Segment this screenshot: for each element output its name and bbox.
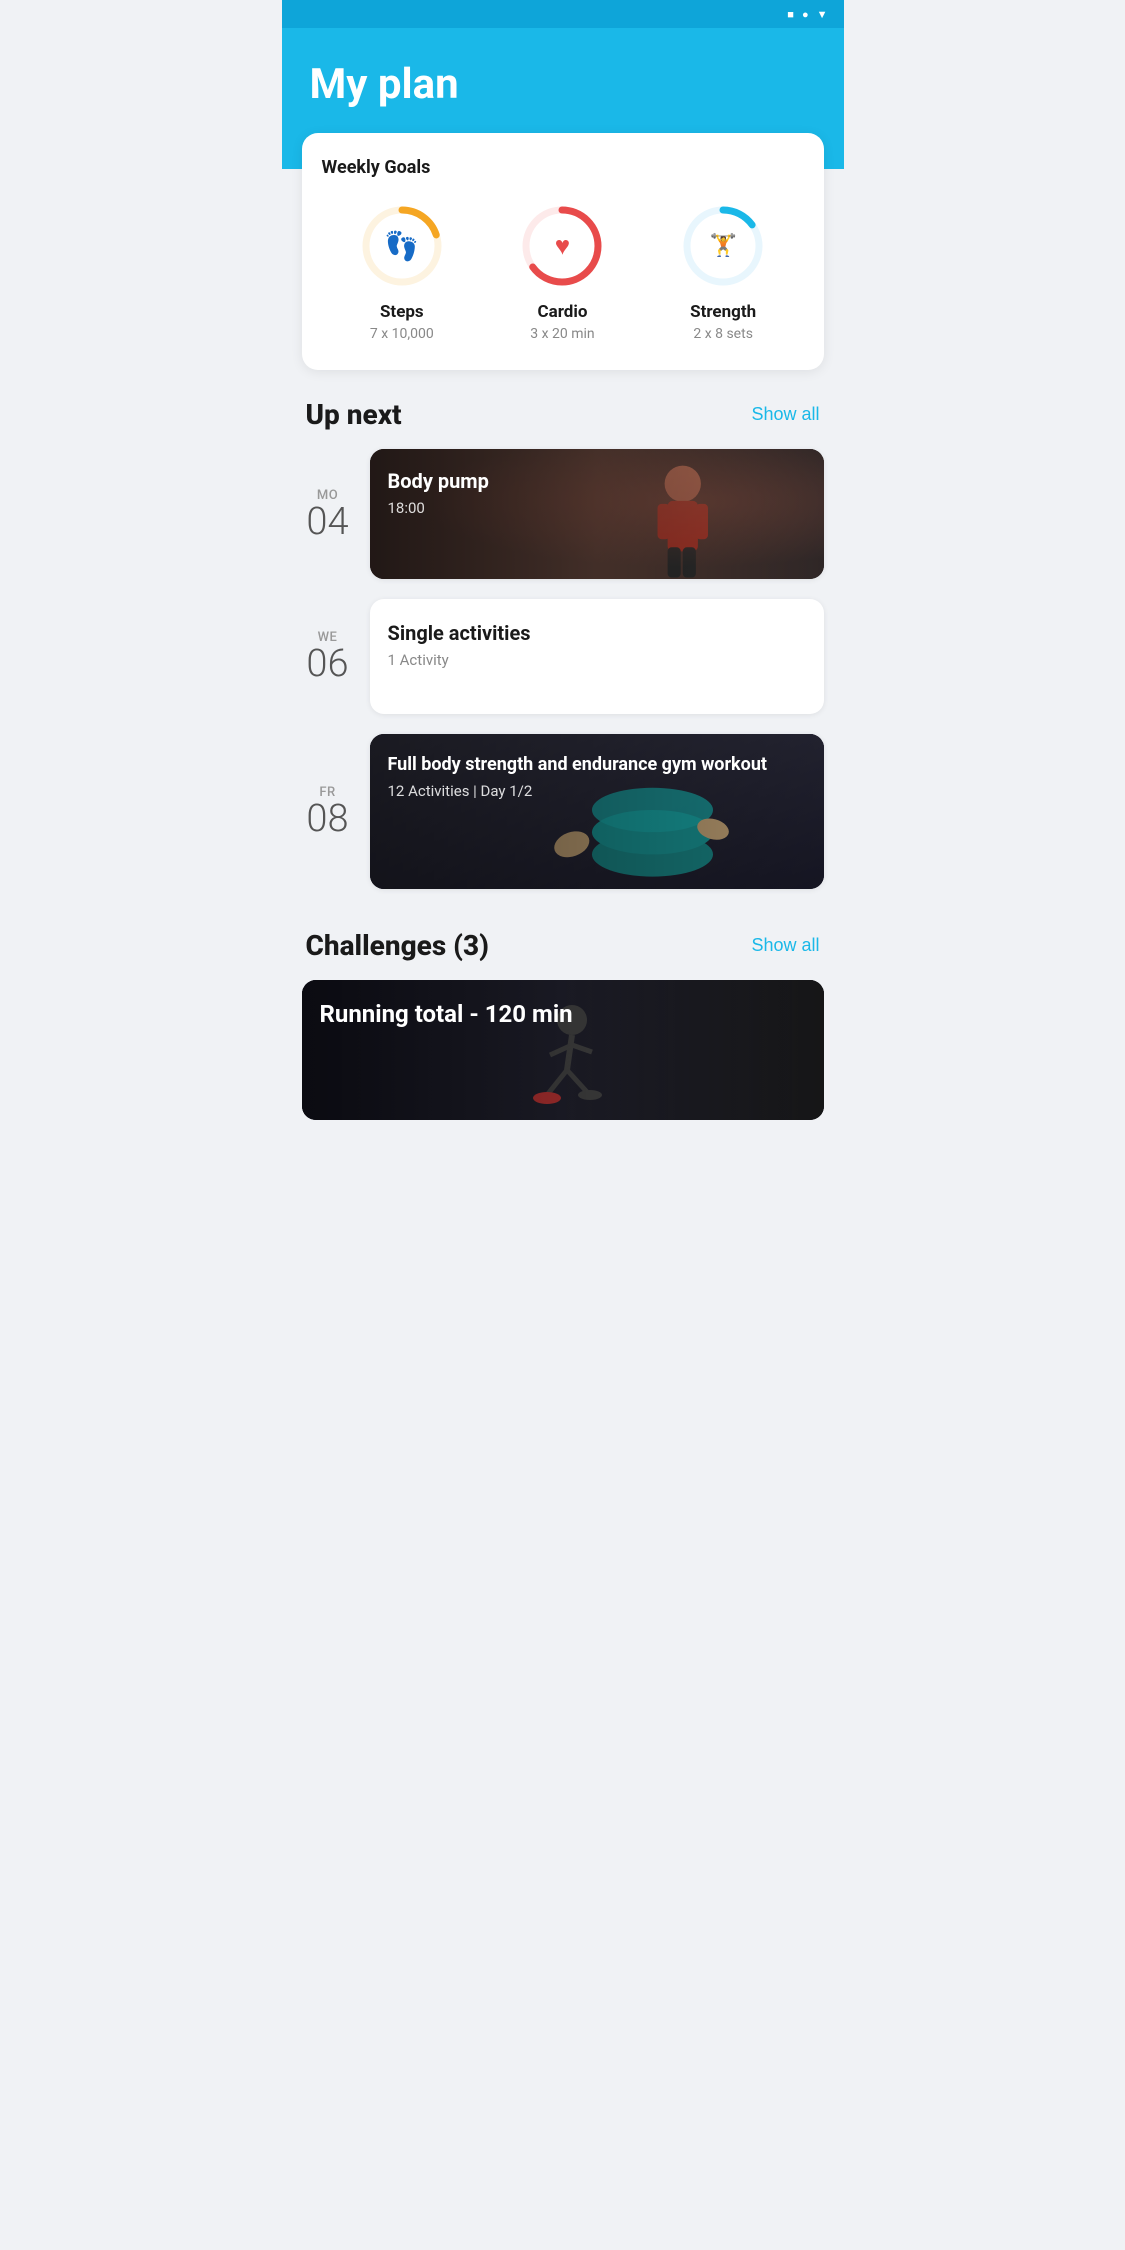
steps-icon: 👣 bbox=[384, 230, 419, 263]
activity-row-mo04: MO 04 bbox=[302, 449, 824, 579]
activity-card-body-pump[interactable]: Body pump 18:00 bbox=[370, 449, 824, 579]
circle-icon: ● bbox=[802, 8, 809, 21]
goal-strength[interactable]: 🏋 Strength 2 x 8 sets bbox=[679, 202, 767, 342]
day-num-04: 04 bbox=[306, 503, 348, 541]
body-pump-time: 18:00 bbox=[388, 499, 806, 517]
goal-steps[interactable]: 👣 Steps 7 x 10,000 bbox=[358, 202, 446, 342]
running-challenge-card[interactable]: Running total - 120 min bbox=[302, 980, 824, 1120]
steps-circle: 👣 bbox=[358, 202, 446, 290]
up-next-title: Up next bbox=[306, 398, 402, 431]
day-num-08: 08 bbox=[306, 800, 348, 838]
cardio-label: Cardio bbox=[538, 302, 588, 322]
single-activities-sub: 1 Activity bbox=[388, 651, 806, 669]
challenges-section: Challenges (3) Show all bbox=[282, 917, 844, 1120]
steps-label: Steps bbox=[380, 302, 424, 322]
fullbody-title: Full body strength and endurance gym wor… bbox=[388, 754, 806, 776]
weekly-goals-card: Weekly Goals 👣 Steps 7 x 10,000 ♥ bbox=[302, 133, 824, 370]
activity-list: MO 04 bbox=[302, 449, 824, 909]
up-next-section: Up next Show all MO 04 bbox=[282, 398, 844, 909]
goals-row: 👣 Steps 7 x 10,000 ♥ Cardio 3 x 20 min bbox=[322, 202, 804, 342]
challenges-show-all[interactable]: Show all bbox=[751, 935, 819, 956]
activity-row-we06: WE 06 Single activities 1 Activity bbox=[302, 599, 824, 714]
body-pump-content: Body pump 18:00 bbox=[370, 449, 824, 537]
fullbody-content: Full body strength and endurance gym wor… bbox=[370, 734, 824, 820]
single-activities-title: Single activities bbox=[388, 621, 806, 645]
date-we06: WE 06 bbox=[302, 630, 354, 683]
running-challenge-content: Running total - 120 min bbox=[302, 980, 824, 1049]
running-challenge-title: Running total - 120 min bbox=[320, 1000, 806, 1029]
steps-detail: 7 x 10,000 bbox=[370, 326, 434, 342]
challenges-header: Challenges (3) Show all bbox=[302, 929, 824, 962]
date-mo04: MO 04 bbox=[302, 488, 354, 541]
weekly-goals-title: Weekly Goals bbox=[322, 157, 804, 178]
goal-cardio[interactable]: ♥ Cardio 3 x 20 min bbox=[518, 202, 606, 342]
cardio-icon: ♥ bbox=[555, 231, 570, 262]
page-title: My plan bbox=[310, 60, 816, 109]
square-icon: ■ bbox=[787, 8, 794, 21]
body-pump-title: Body pump bbox=[388, 469, 806, 493]
strength-label: Strength bbox=[690, 302, 756, 322]
single-activities-content: Single activities 1 Activity bbox=[370, 599, 824, 691]
up-next-header: Up next Show all bbox=[302, 398, 824, 431]
activity-card-fullbody[interactable]: Full body strength and endurance gym wor… bbox=[370, 734, 824, 889]
up-next-show-all[interactable]: Show all bbox=[751, 404, 819, 425]
strength-icon: 🏋 bbox=[709, 234, 736, 259]
activity-row-fr08: FR 08 bbox=[302, 734, 824, 889]
fullbody-sub: 12 Activities | Day 1/2 bbox=[388, 782, 806, 800]
date-fr08: FR 08 bbox=[302, 785, 354, 838]
strength-circle: 🏋 bbox=[679, 202, 767, 290]
status-bar: ■ ● ▼ bbox=[282, 0, 844, 28]
cardio-detail: 3 x 20 min bbox=[530, 326, 594, 342]
day-num-06: 06 bbox=[306, 645, 348, 683]
activity-card-single[interactable]: Single activities 1 Activity bbox=[370, 599, 824, 714]
triangle-icon: ▼ bbox=[817, 8, 828, 21]
strength-detail: 2 x 8 sets bbox=[693, 326, 753, 342]
challenges-title: Challenges (3) bbox=[306, 929, 490, 962]
cardio-circle: ♥ bbox=[518, 202, 606, 290]
